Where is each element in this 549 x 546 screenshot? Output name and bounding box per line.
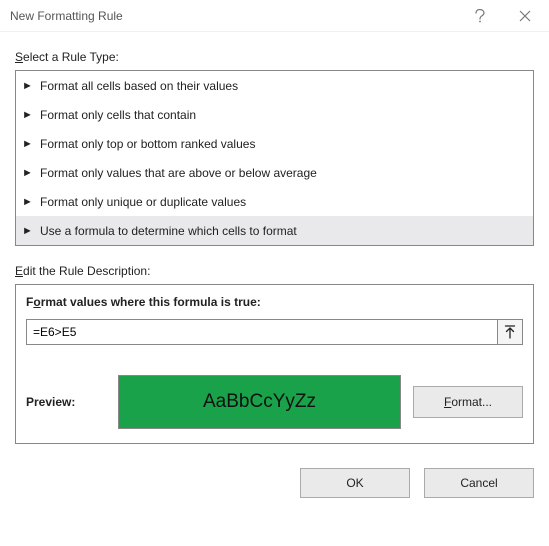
dialog-content: Select a Rule Type: ► Format all cells b… xyxy=(0,32,549,454)
bullet-icon: ► xyxy=(22,225,40,237)
rule-type-list[interactable]: ► Format all cells based on their values… xyxy=(15,70,534,246)
preview-label: Preview: xyxy=(26,395,106,409)
rule-type-text: Format only top or bottom ranked values xyxy=(40,137,255,151)
dialog-buttons: OK Cancel xyxy=(0,454,549,498)
rule-type-item[interactable]: ► Format only values that are above or b… xyxy=(16,158,533,187)
edit-rule-block: Edit the Rule Description: Format values… xyxy=(15,264,534,444)
edit-rule-desc-label: Edit the Rule Description: xyxy=(15,264,534,278)
bullet-icon: ► xyxy=(22,80,40,92)
help-button[interactable] xyxy=(457,1,502,31)
rule-type-text: Use a formula to determine which cells t… xyxy=(40,224,297,238)
formula-row xyxy=(26,319,523,345)
formula-input[interactable] xyxy=(26,319,497,345)
bullet-icon: ► xyxy=(22,109,40,121)
close-button[interactable] xyxy=(502,1,547,31)
rule-type-text: Format only unique or duplicate values xyxy=(40,195,246,209)
rule-type-text: Format only cells that contain xyxy=(40,108,196,122)
rule-type-text: Format only values that are above or bel… xyxy=(40,166,317,180)
formula-label: Format values where this formula is true… xyxy=(26,295,523,309)
rule-type-item[interactable]: ► Use a formula to determine which cells… xyxy=(16,216,533,245)
preview-sample: AaBbCcYyZz xyxy=(118,375,401,429)
range-selector-button[interactable] xyxy=(497,319,523,345)
ok-button[interactable]: OK xyxy=(300,468,410,498)
rule-description-box: Format values where this formula is true… xyxy=(15,284,534,444)
rule-type-item[interactable]: ► Format only unique or duplicate values xyxy=(16,187,533,216)
dialog-title: New Formatting Rule xyxy=(10,9,457,23)
titlebar: New Formatting Rule xyxy=(0,0,549,32)
preview-row: Preview: AaBbCcYyZz Format... xyxy=(26,375,523,429)
select-rule-type-label: Select a Rule Type: xyxy=(15,50,534,64)
cancel-button[interactable]: Cancel xyxy=(424,468,534,498)
bullet-icon: ► xyxy=(22,138,40,150)
rule-type-item[interactable]: ► Format only cells that contain xyxy=(16,100,533,129)
rule-type-item[interactable]: ► Format all cells based on their values xyxy=(16,71,533,100)
rule-type-text: Format all cells based on their values xyxy=(40,79,238,93)
rule-type-item[interactable]: ► Format only top or bottom ranked value… xyxy=(16,129,533,158)
bullet-icon: ► xyxy=(22,167,40,179)
format-button[interactable]: Format... xyxy=(413,386,523,418)
bullet-icon: ► xyxy=(22,196,40,208)
